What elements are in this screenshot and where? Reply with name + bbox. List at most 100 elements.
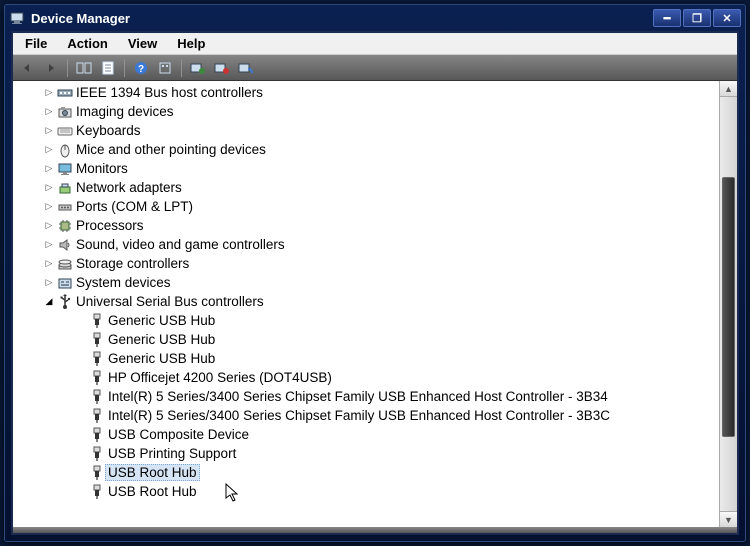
scroll-up-button[interactable]: ▲ bbox=[720, 81, 737, 97]
usb-plug-icon bbox=[89, 332, 105, 348]
tree-node-label: Generic USB Hub bbox=[108, 351, 215, 366]
usb-plug-icon bbox=[89, 446, 105, 462]
tree-node[interactable]: ▷ Monitors bbox=[17, 159, 719, 178]
tree-node[interactable]: ▷ Processors bbox=[17, 216, 719, 235]
system-icon bbox=[57, 275, 73, 291]
expander-icon[interactable]: ▷ bbox=[43, 277, 55, 289]
close-button[interactable]: ✕ bbox=[713, 9, 741, 27]
tree-node[interactable]: ▷ Mice and other pointing devices bbox=[17, 140, 719, 159]
forward-button[interactable] bbox=[41, 58, 61, 78]
vertical-scrollbar[interactable]: ▲ ▼ bbox=[719, 81, 737, 527]
tree-node[interactable]: ▷Storage controllers bbox=[17, 254, 719, 273]
tree-node-label: Processors bbox=[76, 218, 144, 233]
tree-node-label: Keyboards bbox=[76, 123, 141, 138]
tree-node[interactable]: Generic USB Hub bbox=[17, 349, 719, 368]
cpu-icon bbox=[57, 218, 73, 234]
port-icon bbox=[57, 199, 73, 215]
toolbar: ? bbox=[13, 55, 737, 81]
usb-icon bbox=[57, 294, 73, 310]
minimize-button[interactable]: ━ bbox=[653, 9, 681, 27]
tree-node[interactable]: USB Printing Support bbox=[17, 444, 719, 463]
usb-plug-icon bbox=[89, 313, 105, 329]
tree-node[interactable]: ▷ Ports (COM & LPT) bbox=[17, 197, 719, 216]
tree-node[interactable]: Generic USB Hub bbox=[17, 311, 719, 330]
menu-action[interactable]: Action bbox=[57, 34, 117, 53]
expander-icon[interactable]: ▷ bbox=[43, 239, 55, 251]
maximize-button[interactable]: ❐ bbox=[683, 9, 711, 27]
tree-node[interactable]: USB Root Hub bbox=[17, 482, 719, 501]
tree-node-label: Network adapters bbox=[76, 180, 182, 195]
uninstall-button[interactable] bbox=[212, 58, 232, 78]
expander-icon[interactable]: ▷ bbox=[43, 106, 55, 118]
tree-node-label: IEEE 1394 Bus host controllers bbox=[76, 85, 263, 100]
svg-text:?: ? bbox=[138, 64, 144, 75]
usb-plug-icon bbox=[89, 408, 105, 424]
expander-icon[interactable]: ◢ bbox=[43, 296, 55, 308]
tree-node-label: Intel(R) 5 Series/3400 Series Chipset Fa… bbox=[108, 408, 610, 423]
tree-node-label: Sound, video and game controllers bbox=[76, 237, 285, 252]
menu-file[interactable]: File bbox=[15, 34, 57, 53]
usb-plug-icon bbox=[89, 370, 105, 386]
tree-node-label: Ports (COM & LPT) bbox=[76, 199, 193, 214]
tree-node[interactable]: ▷ Keyboards bbox=[17, 121, 719, 140]
expander-icon[interactable]: ▷ bbox=[43, 258, 55, 270]
tree-node-label: Generic USB Hub bbox=[108, 313, 215, 328]
camera-icon bbox=[57, 104, 73, 120]
usb-plug-icon bbox=[89, 465, 105, 481]
bus-icon bbox=[57, 85, 73, 101]
tree-node-label: USB Root Hub bbox=[105, 464, 200, 481]
expander-icon[interactable]: ▷ bbox=[43, 125, 55, 137]
sound-icon bbox=[57, 237, 73, 253]
menu-help[interactable]: Help bbox=[167, 34, 215, 53]
keyboard-icon bbox=[57, 123, 73, 139]
properties-button[interactable] bbox=[98, 58, 118, 78]
tree-node[interactable]: ▷ Sound, video and game controllers bbox=[17, 235, 719, 254]
menubar: File Action View Help bbox=[13, 33, 737, 55]
expander-icon[interactable]: ▷ bbox=[43, 220, 55, 232]
tree-node[interactable]: Intel(R) 5 Series/3400 Series Chipset Fa… bbox=[17, 406, 719, 425]
tree-node[interactable]: ▷ IEEE 1394 Bus host controllers bbox=[17, 83, 719, 102]
scan-hardware-button[interactable] bbox=[236, 58, 256, 78]
update-driver-button[interactable] bbox=[188, 58, 208, 78]
tree-node-label: System devices bbox=[76, 275, 171, 290]
app-icon bbox=[9, 10, 25, 26]
tree-node[interactable]: USB Composite Device bbox=[17, 425, 719, 444]
scroll-down-button[interactable]: ▼ bbox=[720, 511, 737, 527]
tree-node-label: USB Composite Device bbox=[108, 427, 249, 442]
device-tree[interactable]: ▷ IEEE 1394 Bus host controllers ▷ Imaging … bbox=[13, 81, 719, 527]
tree-node[interactable]: Generic USB Hub bbox=[17, 330, 719, 349]
tree-node[interactable]: HP Officejet 4200 Series (DOT4USB) bbox=[17, 368, 719, 387]
scroll-thumb[interactable] bbox=[722, 177, 735, 437]
menu-view[interactable]: View bbox=[118, 34, 167, 53]
tree-node-label: Monitors bbox=[76, 161, 128, 176]
expander-icon[interactable]: ▷ bbox=[43, 87, 55, 99]
window-title: Device Manager bbox=[31, 11, 653, 26]
tree-node-label: Intel(R) 5 Series/3400 Series Chipset Fa… bbox=[108, 389, 608, 404]
tree-node-label: Mice and other pointing devices bbox=[76, 142, 266, 157]
tree-node[interactable]: ◢ Universal Serial Bus controllers bbox=[17, 292, 719, 311]
tree-node[interactable]: ▷ Imaging devices bbox=[17, 102, 719, 121]
tree-node-label: USB Printing Support bbox=[108, 446, 236, 461]
device-manager-window: Device Manager ━ ❐ ✕ File Action View He… bbox=[4, 4, 746, 542]
storage-icon bbox=[57, 256, 73, 272]
back-button[interactable] bbox=[17, 58, 37, 78]
tree-node-label: USB Root Hub bbox=[108, 484, 197, 499]
titlebar[interactable]: Device Manager ━ ❐ ✕ bbox=[5, 5, 745, 31]
expander-icon[interactable]: ▷ bbox=[43, 201, 55, 213]
expander-icon[interactable]: ▷ bbox=[43, 182, 55, 194]
usb-plug-icon bbox=[89, 389, 105, 405]
expander-icon[interactable]: ▷ bbox=[43, 163, 55, 175]
expander-icon[interactable]: ▷ bbox=[43, 144, 55, 156]
tree-node[interactable]: Intel(R) 5 Series/3400 Series Chipset Fa… bbox=[17, 387, 719, 406]
usb-plug-icon bbox=[89, 427, 105, 443]
tree-node-label: Imaging devices bbox=[76, 104, 174, 119]
scroll-track[interactable] bbox=[720, 97, 737, 511]
tree-node[interactable]: USB Root Hub bbox=[17, 463, 719, 482]
usb-plug-icon bbox=[89, 484, 105, 500]
tree-node[interactable]: ▷ Network adapters bbox=[17, 178, 719, 197]
tree-node[interactable]: ▷ System devices bbox=[17, 273, 719, 292]
tree-node-label: Universal Serial Bus controllers bbox=[76, 294, 264, 309]
action-icon-button[interactable] bbox=[155, 58, 175, 78]
help-button[interactable]: ? bbox=[131, 58, 151, 78]
show-hide-console-tree-button[interactable] bbox=[74, 58, 94, 78]
